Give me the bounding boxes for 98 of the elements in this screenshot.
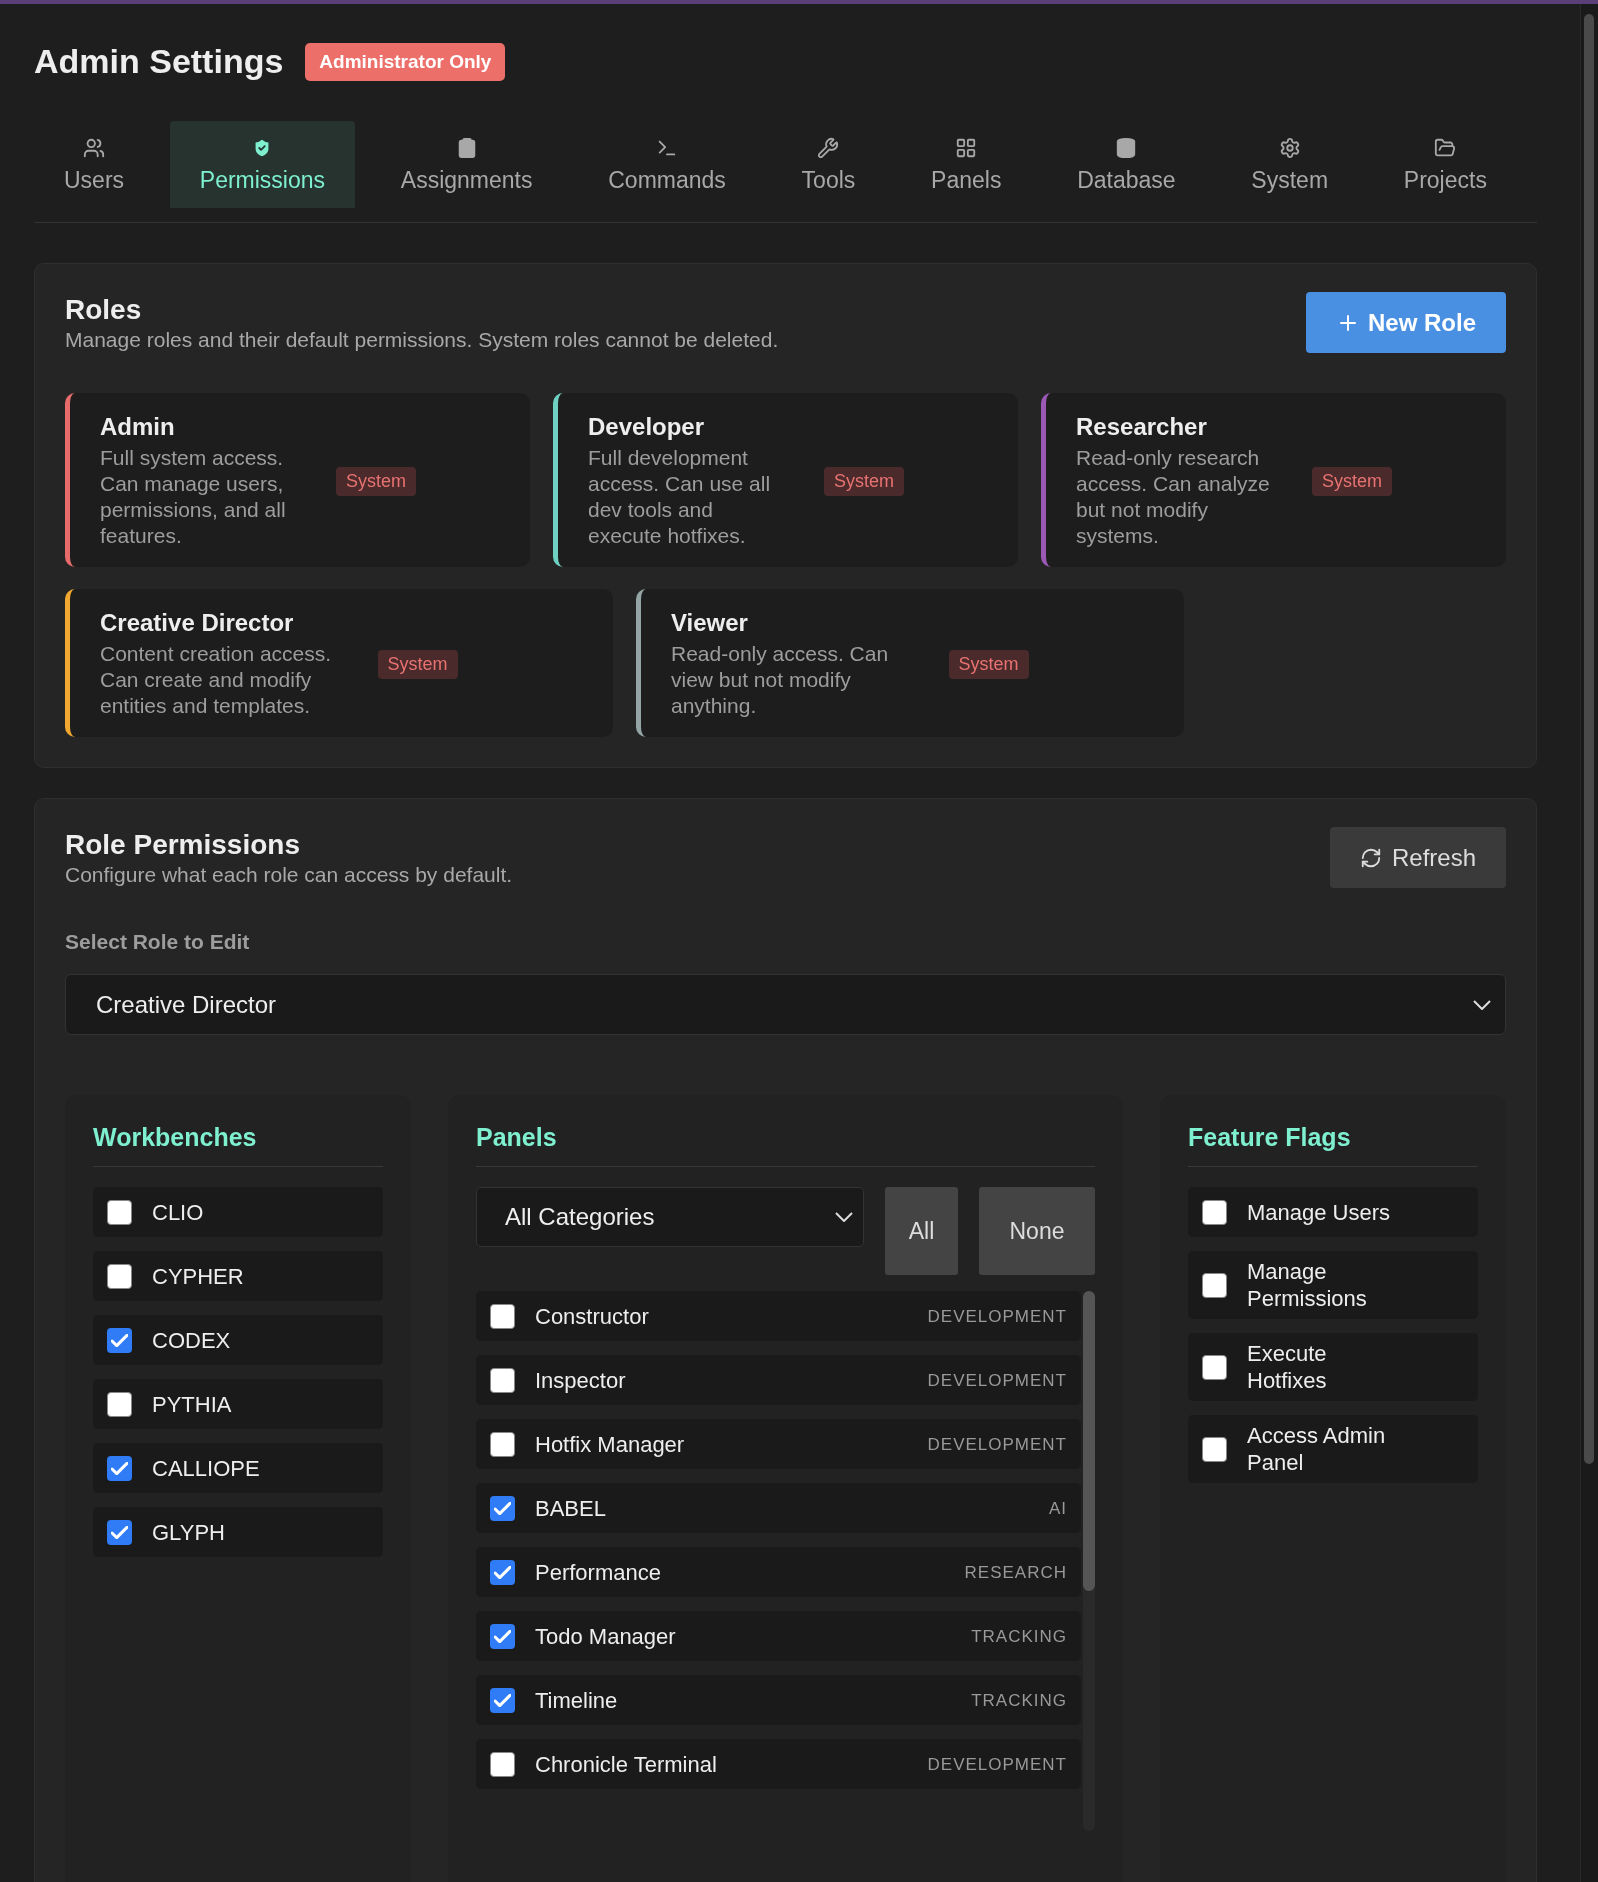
role-name: Developer [588, 413, 706, 441]
checkbox[interactable] [490, 1559, 515, 1585]
checkbox[interactable] [107, 1455, 132, 1481]
gear-icon [1278, 137, 1301, 159]
section-title: Roles [65, 294, 143, 326]
role-card[interactable]: Researcher Read-only research access. Can analyze but not modify systems. System [1041, 393, 1506, 567]
role-name: Creative Director [100, 609, 295, 637]
checkbox[interactable] [490, 1495, 515, 1521]
check-icon [494, 1501, 511, 1515]
check-icon [494, 1565, 511, 1579]
scrollbar[interactable] [1083, 1291, 1095, 1831]
check-icon [111, 1333, 128, 1347]
column-title: Panels [476, 1123, 1095, 1167]
field-label: Select Role to Edit [65, 930, 251, 954]
role-card[interactable]: Admin Full system access. Can manage users, permissions, and all features. System [65, 393, 530, 567]
category-select[interactable]: All Categories [476, 1187, 864, 1247]
checkbox[interactable] [107, 1519, 132, 1545]
system-tag: System [377, 649, 458, 679]
section-title: Role Permissions [65, 829, 301, 861]
role-name: Viewer [671, 609, 749, 637]
checkbox-row[interactable]: Manage Users [1188, 1187, 1478, 1237]
role-name: Admin [100, 413, 176, 441]
checkbox-row[interactable]: Execute Hotfixes [1188, 1333, 1478, 1401]
checkbox-row[interactable]: Hotfix Manager DEVELOPMENT [476, 1419, 1081, 1469]
section-description: Manage roles and their default permissions. System roles cannot be deleted. [65, 328, 779, 352]
checkbox[interactable] [1202, 1199, 1227, 1225]
tab[interactable]: System [1221, 121, 1359, 208]
tab[interactable]: Projects [1373, 121, 1517, 208]
checkbox-row[interactable]: Chronicle Terminal DEVELOPMENT [476, 1739, 1081, 1789]
checkbox-row[interactable]: CALLIOPE [93, 1443, 383, 1493]
tab[interactable]: Permissions [169, 121, 356, 208]
checkbox[interactable] [107, 1263, 132, 1289]
chevron-down-icon [1473, 999, 1491, 1010]
checkbox[interactable] [490, 1303, 515, 1329]
role-select[interactable]: Creative Director [65, 974, 1506, 1035]
refresh-icon [1359, 846, 1382, 869]
tab[interactable]: Database [1047, 121, 1206, 208]
checkbox[interactable] [107, 1199, 132, 1225]
role-description: Read-only research access. Can analyze but not modify systems. [1076, 445, 1271, 549]
grid-icon [955, 137, 978, 159]
tab[interactable]: Tools [771, 121, 886, 208]
check-icon [111, 1525, 128, 1539]
checkbox-row[interactable]: CYPHER [93, 1251, 383, 1301]
chevron-down-icon [835, 1212, 853, 1222]
select-none-button[interactable]: None [979, 1187, 1095, 1275]
checkbox[interactable] [490, 1623, 515, 1649]
check-icon [111, 1461, 128, 1475]
column-title: Workbenches [93, 1123, 383, 1167]
checkbox-row[interactable]: GLYPH [93, 1507, 383, 1557]
admin-badge: Administrator Only [305, 42, 506, 81]
role-card[interactable]: Developer Full development access. Can use all dev tools and execute hotfixes. System [553, 393, 1018, 567]
check-icon [494, 1629, 511, 1643]
check-icon [494, 1693, 511, 1707]
role-card[interactable]: Viewer Read-only access. Can view but not modify anything. System [636, 589, 1184, 737]
system-tag: System [948, 649, 1029, 679]
folder-icon [1434, 137, 1457, 159]
checkbox-row[interactable]: Performance RESEARCH [476, 1547, 1081, 1597]
tab[interactable]: Commands [578, 121, 756, 208]
checkbox[interactable] [1202, 1354, 1227, 1380]
tab[interactable]: Panels [901, 121, 1032, 208]
tab[interactable]: Assignments [370, 121, 563, 208]
checkbox[interactable] [490, 1431, 515, 1457]
database-icon [1115, 137, 1138, 159]
checkbox[interactable] [1202, 1436, 1227, 1462]
role-name: Researcher [1076, 413, 1208, 441]
system-tag: System [336, 466, 416, 496]
checkbox-row[interactable]: Timeline TRACKING [476, 1675, 1081, 1725]
checkbox[interactable] [490, 1367, 515, 1393]
checkbox-row[interactable]: Manage Permissions [1188, 1251, 1478, 1319]
checkbox-row[interactable]: Todo Manager TRACKING [476, 1611, 1081, 1661]
checkbox[interactable] [107, 1391, 132, 1417]
refresh-button[interactable]: Refresh [1329, 827, 1506, 888]
checkbox-row[interactable]: PYTHIA [93, 1379, 383, 1429]
wrench-icon [817, 137, 840, 159]
checkbox-row[interactable]: CLIO [93, 1187, 383, 1237]
checkbox-row[interactable]: Inspector DEVELOPMENT [476, 1355, 1081, 1405]
checkbox[interactable] [490, 1687, 515, 1713]
checkbox[interactable] [1202, 1272, 1227, 1298]
scrollbar[interactable] [1580, 4, 1598, 1882]
column-title: Feature Flags [1188, 1123, 1478, 1167]
checkbox[interactable] [107, 1327, 132, 1353]
tab[interactable]: Users [34, 121, 155, 208]
checkbox-row[interactable]: BABEL AI [476, 1483, 1081, 1533]
system-tag: System [1312, 466, 1392, 496]
checkbox-row[interactable]: Constructor DEVELOPMENT [476, 1291, 1081, 1341]
checkbox[interactable] [490, 1751, 515, 1777]
section-description: Configure what each role can access by default. [65, 863, 513, 887]
page-title: Admin Settings [34, 42, 284, 81]
role-card[interactable]: Creative Director Content creation access. Can create and modify entities and templates. System [65, 589, 613, 737]
checkbox-row[interactable]: CODEX [93, 1315, 383, 1365]
select-all-button[interactable]: All [885, 1187, 958, 1275]
user-icon [83, 137, 106, 159]
role-description: Full system access. Can manage users, permissions, and all features. [100, 445, 287, 549]
role-description: Content creation access. Can create and modify entities and templates. [100, 641, 333, 719]
role-description: Full development access. Can use all dev tools and execute hotfixes. [588, 445, 772, 549]
checkbox-row[interactable]: Access Admin Panel [1188, 1415, 1478, 1483]
role-description: Read-only access. Can view but not modify anything. [671, 641, 890, 719]
system-tag: System [824, 466, 904, 496]
